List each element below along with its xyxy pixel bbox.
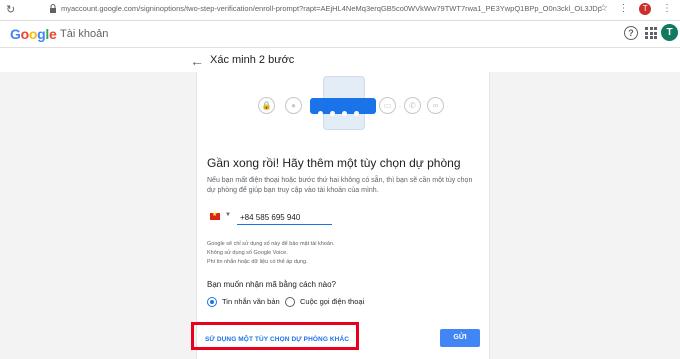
chevron-down-icon[interactable]: ▼ — [225, 212, 231, 218]
person-icon: ● — [285, 97, 302, 114]
code-banner — [310, 98, 376, 116]
product-name: Tài khoản — [60, 28, 109, 40]
account-avatar[interactable]: T — [661, 24, 678, 41]
reload-icon[interactable]: ↻ — [6, 3, 15, 16]
browser-profile-avatar[interactable]: T — [639, 3, 652, 15]
main-card: 🔒 ● ▭ ✆ ∞ Gần xong rồi! Hãy thêm một tùy… — [196, 72, 490, 359]
message-icon: ▭ — [379, 97, 396, 114]
lock-icon — [50, 4, 56, 13]
description: Nếu bạn mất điện thoại hoặc bước thứ hai… — [207, 177, 473, 194]
option-label: Cuộc gọi điện thoại — [300, 297, 365, 306]
phone-entry: ▼ — [207, 210, 477, 226]
google-logo[interactable]: Google — [10, 26, 57, 42]
phone-number-input[interactable] — [237, 210, 332, 225]
highlight-box — [191, 322, 359, 350]
delivery-question: Bạn muốn nhận mã bằng cách nào? — [207, 280, 336, 289]
radio-selected[interactable] — [207, 297, 217, 307]
browser-menu-icon[interactable]: ⋮ — [662, 3, 672, 14]
vietnam-flag-icon[interactable] — [210, 211, 220, 220]
lock-icon: 🔒 — [258, 97, 275, 114]
radio-unselected[interactable] — [285, 297, 295, 307]
backup-illustration: 🔒 ● ▭ ✆ ∞ — [247, 76, 444, 142]
help-icon[interactable]: ? — [624, 26, 638, 40]
note-line: Không sử dụng số Google Voice. — [207, 250, 288, 256]
page-subheader: ← Xác minh 2 bước — [0, 48, 680, 72]
note-line: Phí tin nhắn hoặc dữ liệu có thể áp dụng… — [207, 259, 308, 265]
app-header: Google Tài khoản ? T — [0, 21, 680, 48]
phone-call-icon: ✆ — [404, 97, 421, 114]
page-title: Xác minh 2 bước — [210, 54, 295, 66]
star-icon[interactable]: ☆ — [599, 3, 608, 14]
browser-address-bar: ↻ myaccount.google.com/signinoptions/two… — [0, 0, 680, 21]
key-icon: ∞ — [427, 97, 444, 114]
url-text[interactable]: myaccount.google.com/signinoptions/two-s… — [61, 4, 601, 13]
apps-grid-icon[interactable] — [645, 27, 657, 39]
send-button[interactable]: GỬI — [440, 329, 480, 347]
phone-notes: Google sẽ chỉ sử dụng số này để bảo mật … — [207, 240, 479, 267]
extensions-icon[interactable]: ⋮ — [618, 3, 628, 14]
back-arrow-icon[interactable]: ← — [190, 53, 204, 69]
heading: Gần xong rồi! Hãy thêm một tùy chọn dự p… — [207, 156, 461, 170]
option-label: Tin nhắn văn bản — [222, 297, 280, 306]
note-line: Google sẽ chỉ sử dụng số này để bảo mật … — [207, 241, 335, 247]
